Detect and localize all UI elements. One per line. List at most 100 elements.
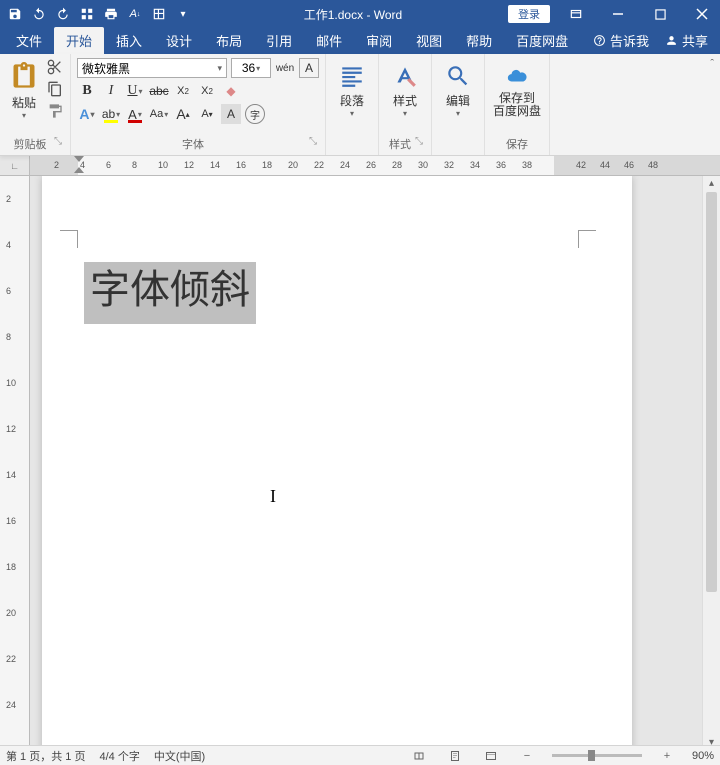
tab-baidu[interactable]: 百度网盘	[504, 27, 580, 54]
group-paragraph: 段落 ▾	[326, 54, 379, 155]
save-baidu-button[interactable]: 保存到百度网盘	[491, 58, 543, 118]
zoom-out-icon[interactable]: −	[516, 748, 538, 764]
table-icon[interactable]	[150, 5, 168, 23]
vertical-ruler[interactable]: 24681012141618202224	[0, 176, 30, 751]
tellme-button[interactable]: 告诉我	[585, 27, 657, 54]
status-language[interactable]: 中文(中国)	[154, 748, 205, 764]
read-mode-icon[interactable]	[408, 748, 430, 764]
tab-home[interactable]: 开始	[54, 27, 104, 54]
tab-references[interactable]: 引用	[254, 27, 304, 54]
login-button[interactable]: 登录	[508, 5, 550, 23]
window-title: 工作1.docx - Word	[198, 6, 508, 23]
text-effects-button[interactable]: A▾	[77, 104, 97, 124]
quick-access-toolbar: A↓ ▾	[0, 5, 198, 23]
save-icon[interactable]	[6, 5, 24, 23]
styles-launcher-icon[interactable]: ⤡	[415, 136, 423, 147]
superscript-button[interactable]: X2	[197, 81, 217, 101]
paragraph-button[interactable]: 段落 ▾	[332, 58, 372, 118]
horizontal-ruler[interactable]: 2468101214161820222426283032343638424446…	[30, 156, 720, 176]
status-page[interactable]: 第 1 页，共 1 页	[6, 748, 85, 764]
selected-text[interactable]: 字体倾斜	[84, 262, 256, 324]
share-button[interactable]: 共享	[657, 27, 716, 54]
text-cursor-icon: I	[270, 486, 276, 507]
font-name-input[interactable]: 微软雅黑▾	[77, 58, 227, 78]
undo-icon[interactable]	[30, 5, 48, 23]
page[interactable]: 字体倾斜 I	[42, 176, 632, 751]
zoom-slider[interactable]	[552, 754, 642, 757]
font-size-input[interactable]: 36▾	[231, 58, 271, 78]
editing-button[interactable]: 编辑 ▾	[438, 58, 478, 118]
copy-icon[interactable]	[46, 80, 64, 98]
ruler-row: ∟ 24681012141618202224262830323436384244…	[0, 156, 720, 176]
subscript-button[interactable]: X2	[173, 81, 193, 101]
group-styles: 样式 ▾ 样式⤡	[379, 54, 432, 155]
pinyin-guide-icon[interactable]: wén	[275, 58, 295, 78]
paragraph-icon	[338, 62, 366, 90]
enclose-char-button[interactable]: 字	[245, 104, 265, 124]
tab-insert[interactable]: 插入	[104, 27, 154, 54]
cloud-save-icon	[503, 62, 531, 90]
ribbon: 粘贴 ▾ 剪贴板⤡ 微软雅黑▾ 36▾ wén A B I U▾ ab	[0, 54, 720, 156]
zoom-in-icon[interactable]: +	[656, 748, 678, 764]
font-color-button[interactable]: A▾	[125, 104, 145, 124]
char-border-icon[interactable]: A	[299, 58, 319, 78]
redo-icon[interactable]	[54, 5, 72, 23]
find-icon	[444, 62, 472, 90]
vertical-scrollbar[interactable]: ▴ ▾	[702, 176, 720, 751]
minimize-icon[interactable]	[600, 3, 636, 25]
grow-font-button[interactable]: A▴	[173, 104, 193, 124]
strikethrough-button[interactable]: abc	[149, 81, 169, 101]
paste-button[interactable]: 粘贴 ▾	[6, 58, 42, 120]
font-effect-icon[interactable]: A↓	[126, 5, 144, 23]
styles-icon	[391, 62, 419, 90]
margin-mark-tr	[578, 230, 596, 248]
tab-file[interactable]: 文件	[4, 27, 54, 54]
group-baidu-save: 保存到百度网盘 保存	[485, 54, 550, 155]
group-editing: 编辑 ▾	[432, 54, 485, 155]
chevron-down-icon[interactable]: ▾	[217, 63, 222, 74]
tab-review[interactable]: 审阅	[354, 27, 404, 54]
styles-button[interactable]: 样式 ▾	[385, 58, 425, 118]
close-icon[interactable]	[684, 3, 720, 25]
print-layout-icon[interactable]	[444, 748, 466, 764]
clipboard-launcher-icon[interactable]: ⤡	[54, 136, 62, 147]
document-area: 24681012141618202224 字体倾斜 I ▴ ▾	[0, 176, 720, 751]
group-label-font: 字体⤡	[77, 134, 319, 155]
group-font: 微软雅黑▾ 36▾ wén A B I U▾ abc X2 X2 ◆ A▾ ab…	[71, 54, 326, 155]
group-label-clipboard: 剪贴板⤡	[6, 134, 64, 155]
italic-button[interactable]: I	[101, 81, 121, 101]
highlight-button[interactable]: ab▾	[101, 104, 121, 124]
ribbon-display-icon[interactable]	[558, 3, 594, 25]
zoom-slider-thumb[interactable]	[588, 750, 595, 761]
group-label-save: 保存	[491, 134, 543, 155]
tab-design[interactable]: 设计	[154, 27, 204, 54]
document-scrollpane[interactable]: 字体倾斜 I ▴ ▾	[30, 176, 720, 751]
char-shading-button[interactable]: A	[221, 104, 241, 124]
qat-customize-icon[interactable]: ▾	[174, 5, 192, 23]
tab-layout[interactable]: 布局	[204, 27, 254, 54]
scroll-up-icon[interactable]: ▴	[703, 176, 720, 192]
cut-icon[interactable]	[46, 58, 64, 76]
statusbar: 第 1 页，共 1 页 4/4 个字 中文(中国) − + 90%	[0, 745, 720, 765]
shrink-font-button[interactable]: A▾	[197, 104, 217, 124]
print-icon[interactable]	[102, 5, 120, 23]
maximize-icon[interactable]	[642, 3, 678, 25]
clear-formatting-icon[interactable]: ◆	[221, 81, 241, 101]
status-wordcount[interactable]: 4/4 个字	[99, 748, 139, 764]
web-layout-icon[interactable]	[480, 748, 502, 764]
change-case-button[interactable]: Aa▾	[149, 104, 169, 124]
format-painter-icon[interactable]	[46, 102, 64, 120]
collapse-ribbon-icon[interactable]: ˆ	[710, 58, 714, 70]
scroll-thumb[interactable]	[706, 192, 717, 592]
underline-button[interactable]: U▾	[125, 81, 145, 101]
zoom-level[interactable]: 90%	[692, 750, 714, 762]
tab-help[interactable]: 帮助	[454, 27, 504, 54]
titlebar: A↓ ▾ 工作1.docx - Word 登录	[0, 0, 720, 28]
bold-button[interactable]: B	[77, 81, 97, 101]
tab-mailings[interactable]: 邮件	[304, 27, 354, 54]
tab-view[interactable]: 视图	[404, 27, 454, 54]
font-launcher-icon[interactable]: ⤡	[309, 136, 317, 147]
touch-mode-icon[interactable]	[78, 5, 96, 23]
ruler-corner: ∟	[0, 156, 30, 176]
margin-mark-tl	[60, 230, 78, 248]
